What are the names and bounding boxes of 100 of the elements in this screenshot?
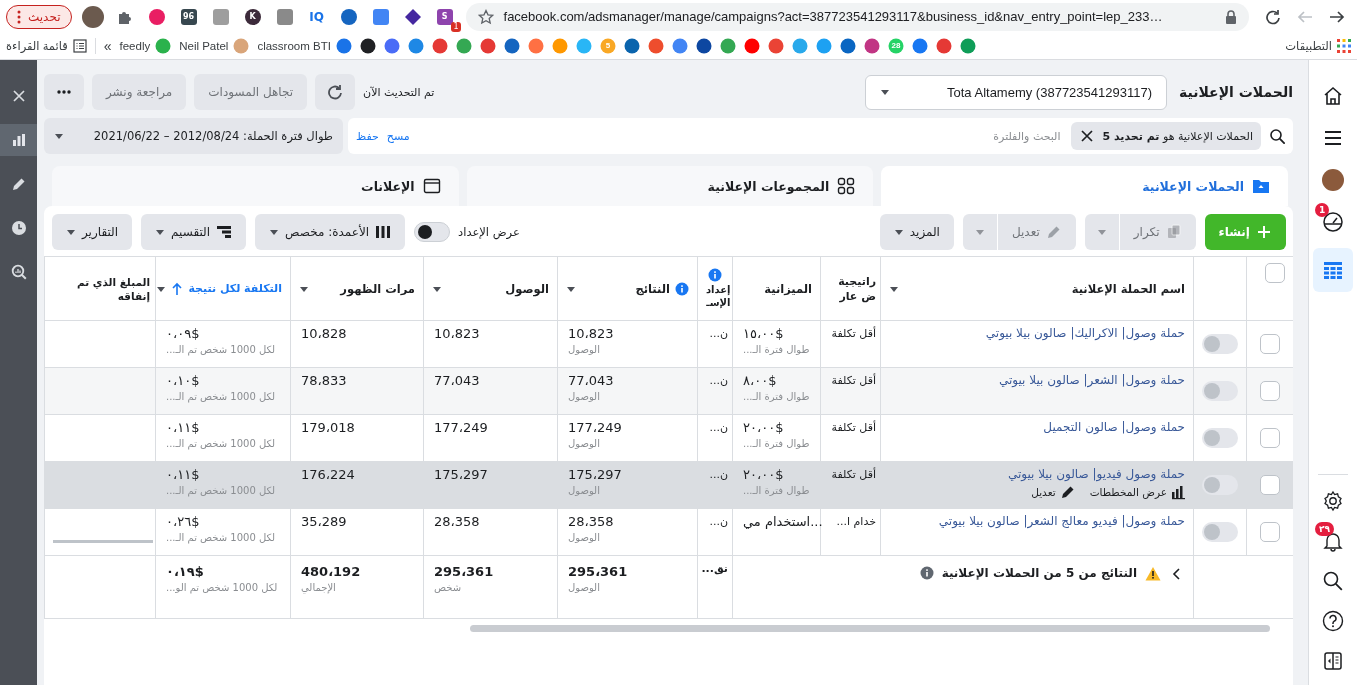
summary-label: النتائج من 5 من الحملات الإعلانية <box>941 566 1137 580</box>
checkbox[interactable] <box>1265 263 1285 283</box>
search-icon <box>1269 128 1285 144</box>
bookmark-icon[interactable] <box>695 38 712 54</box>
cell-note: الوصول <box>568 438 600 449</box>
bookmark-link[interactable]: Neil Patel <box>179 38 250 54</box>
copy-icon <box>1165 224 1182 240</box>
notification-badge: 1 <box>451 21 461 32</box>
campaign-link[interactable]: حملة وصول| الاكراليك| صالون بيلا بيوتي <box>985 326 1185 340</box>
bookmark-link[interactable]: classroom BTI <box>257 38 352 54</box>
table-row[interactable]: حملة وصول| فيديو معالج الشعر| صالون بيلا بيوتي خدام ا... استخدام مي... ن... 28،358 الوصول 28،358 35،289 ٠،٢٦$ لكل 1000 شخص تم الـ... <box>44 509 1293 556</box>
table-cell: خدام ا... <box>836 515 876 528</box>
column-header[interactable]: مرات الظهور <box>290 257 423 320</box>
column-header[interactable]: الوصول <box>423 257 557 320</box>
toggle-switch[interactable] <box>1202 428 1238 448</box>
toggle-switch[interactable] <box>414 222 451 242</box>
row-action-link[interactable]: تعديل <box>1031 484 1076 500</box>
table-row[interactable]: حملة وصول فيديو| صالون بيلا بيوتي عرض المخططات تعديل أقل تكلفة ٢٠،٠٠$ طوال فترة الـ... ن... 175،297 الوصول 175،297 176،224 ٠،١١$ لكل 1000 شخص تم الـ... <box>44 462 1293 509</box>
table-cell: 177،249 <box>568 420 622 435</box>
extension-icon[interactable]: IQ <box>305 5 328 28</box>
reading-list-link[interactable]: قائمة القراءة <box>6 39 87 53</box>
column-header[interactable]: اسم الحملة الإعلانية <box>880 257 1193 320</box>
view-dropdown[interactable]: التقسيم <box>141 214 247 250</box>
campaign-link[interactable]: حملة وصول فيديو| صالون بيلا بيوتي <box>1007 467 1185 481</box>
notification-badge: ٢٩ <box>1315 522 1334 536</box>
list-icon <box>72 39 87 53</box>
column-header[interactable]: راتيجية ض عار <box>820 257 880 320</box>
bookmark-link[interactable]: feedly <box>119 38 172 54</box>
view-dropdown[interactable]: التقارير <box>52 214 133 250</box>
more-dropdown[interactable]: المزيد <box>879 214 954 250</box>
update-button[interactable]: تحديث <box>6 4 72 29</box>
tab[interactable]: الإعلانات <box>52 166 459 206</box>
notification-badge: 1 <box>1315 203 1330 217</box>
apps-link[interactable]: التطبيقات <box>1285 39 1351 53</box>
window-icon <box>422 177 441 195</box>
checkbox[interactable] <box>1260 381 1280 401</box>
more-button[interactable] <box>44 74 84 110</box>
caret-icon <box>155 227 166 237</box>
date-range-dropdown[interactable]: طوال فترة الحملة: 2012/08/24 – 2021/06/22 <box>44 118 343 154</box>
close-icon[interactable] <box>1078 128 1095 144</box>
rail-button[interactable]: ٢٩ <box>1313 525 1353 557</box>
table-cell: أقل تكلفة <box>831 374 876 387</box>
account-dropdown[interactable]: Tota Altamemy (387723541293117) <box>865 74 1167 110</box>
column-header[interactable]: المبلغ الذي تم إنفاقه <box>44 257 155 320</box>
tab[interactable]: المجموعات الإعلانية <box>466 166 874 206</box>
column-header[interactable]: النتائج <box>557 257 697 320</box>
table-row[interactable]: حملة وصول| الشعر| صالون بيلا بيوتي أقل تكلفة ٨،٠٠$ طوال فترة الـ... ن... 77،043 الوصول 77،043 78،833 ٠،١٠$ لكل 1000 شخص تم الـ... <box>44 368 1293 415</box>
checkbox[interactable] <box>1260 522 1280 542</box>
horizontal-scrollbar[interactable] <box>470 625 1270 632</box>
bar-chart-icon <box>1171 484 1185 500</box>
campaign-link[interactable]: حملة وصول| فيديو معالج الشعر| صالون بيلا بيوتي <box>938 514 1185 528</box>
table-cell: 295،361 <box>568 564 628 579</box>
help-icon <box>1322 610 1344 632</box>
table-cell: ٨،٠٠$ <box>743 373 777 388</box>
bookmark-icon[interactable] <box>359 38 376 54</box>
checkbox[interactable] <box>1260 475 1280 495</box>
column-header[interactable]: التكلفة لكل نتيجة <box>155 257 290 320</box>
tab[interactable]: الحملات الإعلانية <box>881 166 1288 206</box>
filter-link[interactable]: حفظ <box>356 129 379 143</box>
home-icon <box>1322 85 1344 107</box>
column-header[interactable]: الميزانية <box>732 257 820 320</box>
filter-link[interactable]: مسح <box>386 129 410 143</box>
checkbox[interactable] <box>1260 428 1280 448</box>
toggle-switch[interactable] <box>1202 381 1238 401</box>
rail-button[interactable]: 1 <box>1313 206 1353 238</box>
url-text: facebook.com/adsmanager/manage/campaigns?act=387723541293117&business_id&nav_entry_point=lep_233… <box>503 9 1164 24</box>
table-cell: ٢٠،٠٠$ <box>743 420 784 435</box>
refresh-button[interactable] <box>315 74 356 110</box>
toggle-switch[interactable] <box>1202 334 1238 354</box>
table-cell: ٠،١١$ <box>166 467 200 482</box>
campaign-link[interactable]: حملة وصول| صالون التجميل <box>1043 420 1185 434</box>
star-icon <box>477 8 494 25</box>
table-cell: 175،297 <box>568 467 622 482</box>
table-cell: 77،043 <box>568 373 614 388</box>
apps-grid-icon <box>1337 39 1351 53</box>
right-arrow-icon[interactable] <box>1329 8 1345 25</box>
filter-chip[interactable]: الحملات الإعلانية هو تم تحديد 5 <box>1070 122 1261 150</box>
overflow-chevron[interactable]: » <box>103 38 112 54</box>
column-header[interactable]: إعداد الإسـ <box>697 257 732 320</box>
bell-icon <box>1322 530 1344 552</box>
toggle-switch[interactable] <box>1202 475 1238 495</box>
table-cell: 10،828 <box>301 326 347 341</box>
row-action-link[interactable]: عرض المخططات <box>1089 484 1185 500</box>
avatar[interactable] <box>81 5 104 28</box>
table-cell: 10،823 <box>434 326 480 341</box>
plus-icon <box>1256 224 1272 240</box>
cell-note: طوال فترة الـ... <box>743 485 810 496</box>
cell-note: لكل 1000 شخص تم الو... <box>166 582 278 593</box>
cell-note: الإجمالي <box>301 582 336 593</box>
toggle-switch[interactable] <box>1202 522 1238 542</box>
reload-icon[interactable] <box>1265 8 1281 25</box>
table-cell: ٠،٢٦$ <box>166 514 200 529</box>
checkbox[interactable] <box>1260 334 1280 354</box>
pencil-icon <box>1059 484 1076 500</box>
campaign-link[interactable]: حملة وصول| الشعر| صالون بيلا بيوتي <box>998 373 1185 387</box>
bookmark-icon[interactable] <box>623 38 640 54</box>
view-dropdown[interactable]: الأعمدة: مخصص <box>255 214 406 250</box>
cell-note: شخص <box>434 582 462 593</box>
search-bar[interactable]: الحملات الإعلانية هو تم تحديد 5 البحث والفلترة مسح حفظ <box>348 118 1293 154</box>
address-bar[interactable]: facebook.com/adsmanager/manage/campaigns?act=387723541293117&business_id&nav_entry_point=lep_233… <box>465 2 1249 31</box>
